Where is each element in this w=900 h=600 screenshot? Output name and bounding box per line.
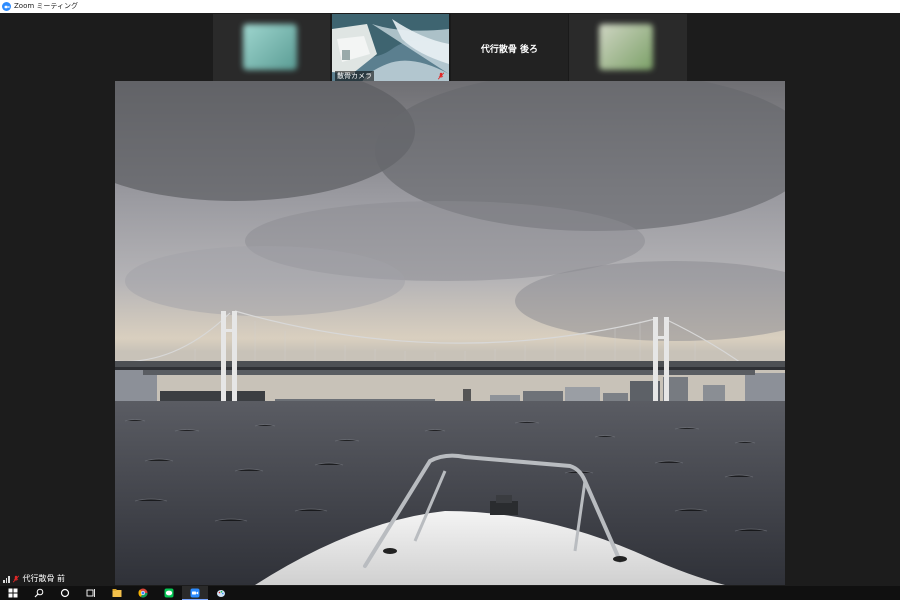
participant-name-center: 代行散骨 後ろ	[480, 44, 539, 55]
muted-mic-icon	[437, 72, 445, 80]
participant-tile-2[interactable]: 散骨カメラ	[332, 14, 449, 82]
window-titlebar[interactable]: Zoom ミーティング	[0, 0, 900, 13]
chrome-icon[interactable]	[130, 586, 156, 600]
participant-avatar-blurred	[599, 24, 653, 70]
participant-tile-1[interactable]	[213, 14, 330, 82]
participant-avatar-blurred	[243, 24, 297, 70]
windows-start-icon[interactable]	[0, 586, 26, 600]
file-explorer-icon[interactable]	[104, 586, 130, 600]
muted-mic-icon	[12, 575, 19, 582]
participant-tile-3[interactable]: 代行散骨 後ろ	[451, 14, 568, 82]
signal-bars-icon	[3, 575, 10, 583]
self-view-label[interactable]: 代行散骨 前	[0, 572, 65, 585]
search-icon[interactable]	[26, 586, 52, 600]
task-view-icon[interactable]	[78, 586, 104, 600]
active-speaker-video[interactable]	[115, 81, 785, 585]
self-view-name: 代行散骨 前	[22, 574, 66, 583]
participant-tile-4[interactable]	[569, 14, 687, 82]
video-scene	[115, 81, 785, 585]
cortana-icon[interactable]	[52, 586, 78, 600]
zoom-icon	[2, 2, 11, 11]
gallery-strip: 散骨カメラ 代行散骨 後ろ	[213, 14, 687, 82]
line-icon[interactable]	[156, 586, 182, 600]
window-title: Zoom ミーティング	[14, 2, 78, 10]
participant-name: 散骨カメラ	[335, 71, 374, 81]
zoom-icon[interactable]	[182, 586, 208, 600]
windows-taskbar	[0, 586, 900, 600]
paint-icon[interactable]	[208, 586, 234, 600]
